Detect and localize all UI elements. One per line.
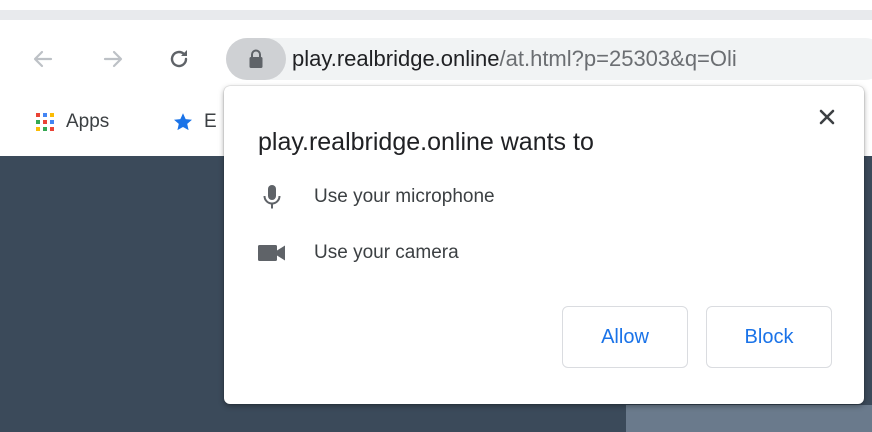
- permission-row-microphone: Use your microphone: [258, 182, 495, 212]
- block-button[interactable]: Block: [706, 306, 832, 368]
- microphone-icon: [258, 182, 286, 212]
- bookmark-apps[interactable]: Apps: [36, 108, 109, 136]
- permission-row-camera: Use your camera: [258, 238, 459, 268]
- url-text[interactable]: play.realbridge.online/at.html?p=25303&q…: [292, 44, 737, 74]
- permission-label-microphone: Use your microphone: [314, 186, 495, 207]
- arrow-right-icon: [103, 50, 123, 68]
- lock-icon: [249, 49, 263, 68]
- permission-label-camera: Use your camera: [314, 242, 459, 263]
- reload-icon: [170, 50, 188, 68]
- close-icon: [819, 109, 835, 125]
- arrow-left-icon: [33, 50, 53, 68]
- allow-button[interactable]: Allow: [562, 306, 688, 368]
- bookmark-apps-label: Apps: [66, 111, 110, 132]
- apps-grid-icon: [36, 113, 54, 131]
- tab-strip: [0, 10, 872, 20]
- page-content-panel: [626, 405, 872, 432]
- url-host: play.realbridge.online: [292, 46, 500, 71]
- back-button[interactable]: [28, 44, 58, 74]
- url-path: /at.html?p=25303&q=Oli: [499, 46, 737, 71]
- bookmark-item[interactable]: E: [172, 108, 217, 136]
- bookmark-item-label: E: [204, 111, 217, 132]
- camera-icon: [258, 238, 286, 268]
- close-button[interactable]: [814, 104, 840, 130]
- site-info-button[interactable]: [226, 38, 286, 80]
- browser-window: play.realbridge.online/at.html?p=25303&q…: [0, 0, 872, 432]
- permission-prompt: play.realbridge.online wants to Use your…: [224, 86, 864, 404]
- star-icon: [174, 113, 192, 131]
- forward-button[interactable]: [98, 44, 128, 74]
- reload-button[interactable]: [164, 44, 194, 74]
- permission-prompt-title: play.realbridge.online wants to: [258, 128, 594, 156]
